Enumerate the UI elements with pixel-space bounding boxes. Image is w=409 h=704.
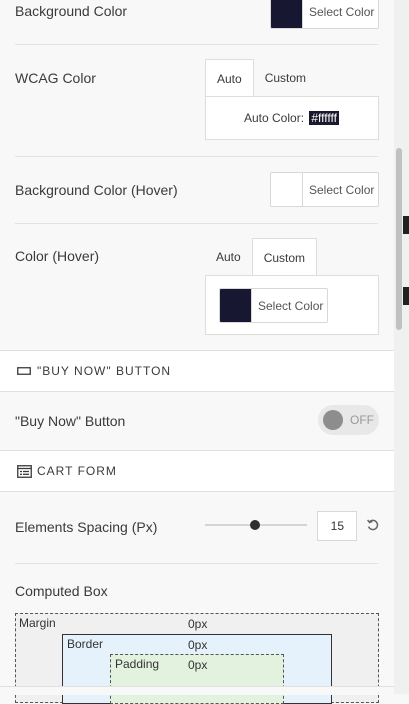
auto-color-prefix: Auto Color:: [244, 111, 305, 125]
settings-panel: Background Color Select Color WCAG Color…: [0, 0, 394, 704]
select-color-label: Select Color: [258, 298, 324, 313]
margin-value: 0px: [188, 617, 208, 631]
scrollbar-thumb[interactable]: [396, 148, 402, 330]
color-hover-picker[interactable]: Select Color: [219, 288, 328, 323]
buy-now-toggle-label: "Buy Now" Button: [15, 413, 126, 429]
elements-spacing-slider-thumb[interactable]: [250, 520, 260, 530]
divider: [0, 391, 394, 392]
wcag-auto-panel: Auto Color: #ffffff: [205, 96, 379, 140]
toggle-knob: [323, 410, 343, 430]
preview-edge: [403, 216, 409, 234]
scrollbar-track[interactable]: [394, 0, 409, 694]
color-hover-tabs: Auto Custom: [205, 238, 318, 276]
buy-now-section-header[interactable]: "BUY NOW" BUTTON: [0, 351, 394, 391]
color-hover-swatch: [220, 289, 252, 322]
background-color-swatch: [271, 0, 303, 28]
section-title: CART FORM: [37, 464, 117, 478]
tab-auto[interactable]: Auto: [205, 59, 254, 97]
divider: [15, 563, 378, 564]
padding-value: 0px: [188, 658, 208, 672]
tab-custom[interactable]: Custom: [254, 59, 317, 97]
color-hover-label: Color (Hover): [15, 248, 100, 264]
background-color-picker[interactable]: Select Color: [270, 0, 379, 29]
select-color-label: Select Color: [309, 4, 375, 19]
background-color-label: Background Color: [15, 3, 128, 19]
divider: [0, 491, 394, 492]
computed-box-label: Computed Box: [15, 583, 108, 599]
elements-spacing-label: Elements Spacing (Px): [15, 519, 158, 535]
background-color-hover-label: Background Color (Hover): [15, 182, 178, 198]
tab-custom[interactable]: Custom: [251, 238, 318, 276]
cart-form-section-header[interactable]: CART FORM: [0, 451, 394, 491]
section-title: "BUY NOW" BUTTON: [37, 364, 172, 378]
margin-label: Margin: [19, 616, 56, 630]
button-icon: [16, 363, 32, 379]
auto-color-value: #ffffff: [309, 111, 339, 125]
preview-edge: [403, 287, 409, 305]
elements-spacing-input[interactable]: 15: [317, 511, 357, 541]
divider: [15, 44, 378, 45]
buy-now-toggle[interactable]: OFF: [318, 405, 379, 435]
reset-icon[interactable]: [366, 518, 380, 532]
border-value: 0px: [188, 638, 208, 652]
divider: [15, 156, 378, 157]
form-icon: [16, 463, 32, 479]
toggle-state: OFF: [350, 413, 374, 427]
divider: [15, 223, 378, 224]
background-color-hover-picker[interactable]: Select Color: [270, 172, 379, 207]
auto-color-readout: Auto Color: #ffffff: [244, 111, 339, 125]
tab-auto[interactable]: Auto: [205, 238, 252, 276]
padding-label: Padding: [115, 657, 160, 671]
wcag-color-tabs: Auto Custom: [205, 59, 317, 97]
color-hover-custom-panel: Select Color: [205, 275, 379, 335]
border-label: Border: [67, 637, 104, 651]
wcag-color-label: WCAG Color: [15, 70, 96, 86]
background-color-hover-swatch: [271, 173, 303, 206]
select-color-label: Select Color: [309, 182, 375, 197]
